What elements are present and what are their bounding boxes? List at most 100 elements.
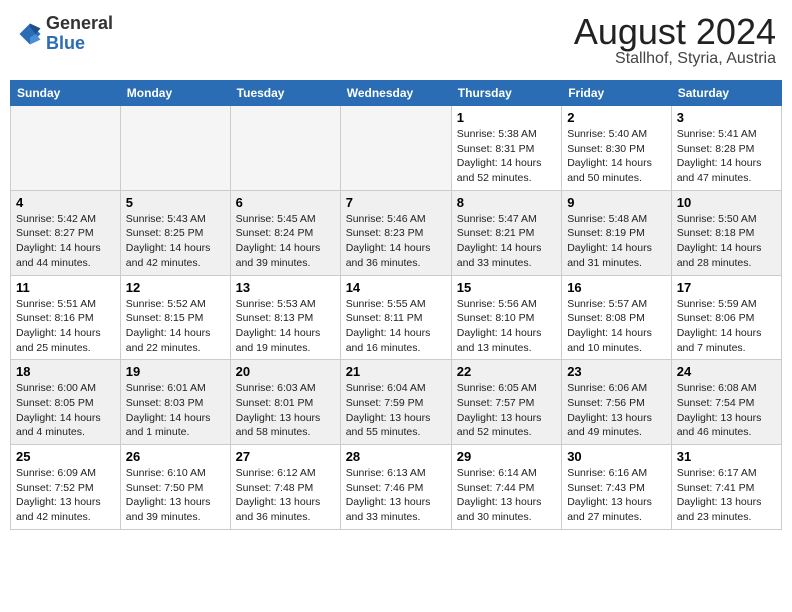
calendar-cell: 12 Sunrise: 5:52 AM Sunset: 8:15 PM Dayli… [120, 275, 230, 360]
calendar-cell: 31 Sunrise: 6:17 AM Sunset: 7:41 PM Dayli… [671, 445, 781, 530]
day-number: 9 [567, 195, 666, 210]
calendar-cell: 10 Sunrise: 5:50 AM Sunset: 8:18 PM Dayli… [671, 190, 781, 275]
day-number: 13 [236, 280, 335, 295]
day-info: Sunrise: 5:43 AM Sunset: 8:25 PM Dayligh… [126, 212, 225, 271]
day-number: 25 [16, 449, 115, 464]
calendar-cell: 4Sunrise: 5:42 AM Sunset: 8:27 PM Daylig… [11, 190, 121, 275]
day-number: 15 [457, 280, 556, 295]
day-number: 28 [346, 449, 446, 464]
calendar-cell: 23Sunrise: 6:06 AM Sunset: 7:56 PM Dayli… [562, 360, 672, 445]
logo-icon [16, 20, 44, 48]
location-title: Stallhof, Styria, Austria [574, 50, 776, 68]
calendar-cell: 25 Sunrise: 6:09 AM Sunset: 7:52 PM Dayli… [11, 445, 121, 530]
day-number: 2 [567, 110, 666, 125]
day-number: 14 [346, 280, 446, 295]
calendar-cell: 7Sunrise: 5:46 AM Sunset: 8:23 PM Daylig… [340, 190, 451, 275]
day-info: Sunrise: 5:50 AM Sunset: 8:18 PM Dayligh… [677, 212, 776, 271]
calendar-week-row: 4Sunrise: 5:42 AM Sunset: 8:27 PM Daylig… [11, 190, 782, 275]
weekday-header-monday: Monday [120, 81, 230, 106]
calendar-cell: 19 Sunrise: 6:01 AM Sunset: 8:03 PM Dayli… [120, 360, 230, 445]
calendar-cell [120, 106, 230, 191]
day-number: 24 [677, 364, 776, 379]
calendar-cell: 28 Sunrise: 6:13 AM Sunset: 7:46 PM Dayli… [340, 445, 451, 530]
day-info: Sunrise: 5:51 AM Sunset: 8:16 PM Dayligh… [16, 297, 115, 356]
day-number: 31 [677, 449, 776, 464]
calendar-cell: 13 Sunrise: 5:53 AM Sunset: 8:13 PM Dayli… [230, 275, 340, 360]
day-number: 18 [16, 364, 115, 379]
calendar-cell: 5 Sunrise: 5:43 AM Sunset: 8:25 PM Daylig… [120, 190, 230, 275]
day-number: 19 [126, 364, 225, 379]
weekday-header-sunday: Sunday [11, 81, 121, 106]
calendar-week-row: 18 Sunrise: 6:00 AM Sunset: 8:05 PM Dayli… [11, 360, 782, 445]
day-info: Sunrise: 5:46 AM Sunset: 8:23 PM Dayligh… [346, 212, 446, 271]
calendar-cell: 30 Sunrise: 6:16 AM Sunset: 7:43 PM Dayli… [562, 445, 672, 530]
calendar-cell: 16 Sunrise: 5:57 AM Sunset: 8:08 PM Dayli… [562, 275, 672, 360]
day-info: Sunrise: 6:17 AM Sunset: 7:41 PM Dayligh… [677, 466, 776, 525]
day-number: 3 [677, 110, 776, 125]
weekday-header-row: SundayMondayTuesdayWednesdayThursdayFrid… [11, 81, 782, 106]
logo-general-text: General [46, 13, 113, 33]
day-number: 11 [16, 280, 115, 295]
calendar-cell: 3Sunrise: 5:41 AM Sunset: 8:28 PM Daylig… [671, 106, 781, 191]
day-info: Sunrise: 6:10 AM Sunset: 7:50 PM Dayligh… [126, 466, 225, 525]
day-info: Sunrise: 6:03 AM Sunset: 8:01 PM Dayligh… [236, 381, 335, 440]
weekday-header-saturday: Saturday [671, 81, 781, 106]
calendar-cell: 21Sunrise: 6:04 AM Sunset: 7:59 PM Dayli… [340, 360, 451, 445]
day-number: 6 [236, 195, 335, 210]
day-info: Sunrise: 5:48 AM Sunset: 8:19 PM Dayligh… [567, 212, 666, 271]
calendar-cell: 26 Sunrise: 6:10 AM Sunset: 7:50 PM Dayli… [120, 445, 230, 530]
day-info: Sunrise: 5:45 AM Sunset: 8:24 PM Dayligh… [236, 212, 335, 271]
calendar-cell [340, 106, 451, 191]
weekday-header-thursday: Thursday [451, 81, 561, 106]
calendar-cell: 1 Sunrise: 5:38 AM Sunset: 8:31 PM Daylig… [451, 106, 561, 191]
calendar-cell: 14 Sunrise: 5:55 AM Sunset: 8:11 PM Dayli… [340, 275, 451, 360]
calendar-week-row: 11 Sunrise: 5:51 AM Sunset: 8:16 PM Dayli… [11, 275, 782, 360]
day-number: 12 [126, 280, 225, 295]
day-info: Sunrise: 5:57 AM Sunset: 8:08 PM Dayligh… [567, 297, 666, 356]
day-info: Sunrise: 5:52 AM Sunset: 8:15 PM Dayligh… [126, 297, 225, 356]
day-info: Sunrise: 5:53 AM Sunset: 8:13 PM Dayligh… [236, 297, 335, 356]
day-info: Sunrise: 6:08 AM Sunset: 7:54 PM Dayligh… [677, 381, 776, 440]
day-info: Sunrise: 6:06 AM Sunset: 7:56 PM Dayligh… [567, 381, 666, 440]
calendar-cell: 9 Sunrise: 5:48 AM Sunset: 8:19 PM Daylig… [562, 190, 672, 275]
day-number: 20 [236, 364, 335, 379]
day-info: Sunrise: 6:09 AM Sunset: 7:52 PM Dayligh… [16, 466, 115, 525]
day-info: Sunrise: 6:16 AM Sunset: 7:43 PM Dayligh… [567, 466, 666, 525]
month-title: August 2024 [574, 14, 776, 50]
calendar-cell: 24 Sunrise: 6:08 AM Sunset: 7:54 PM Dayli… [671, 360, 781, 445]
day-info: Sunrise: 5:59 AM Sunset: 8:06 PM Dayligh… [677, 297, 776, 356]
day-number: 30 [567, 449, 666, 464]
page-header: General Blue August 2024 Stallhof, Styri… [10, 10, 782, 72]
day-number: 8 [457, 195, 556, 210]
calendar-cell: 27Sunrise: 6:12 AM Sunset: 7:48 PM Dayli… [230, 445, 340, 530]
calendar-cell: 18 Sunrise: 6:00 AM Sunset: 8:05 PM Dayli… [11, 360, 121, 445]
day-number: 4 [16, 195, 115, 210]
day-info: Sunrise: 6:00 AM Sunset: 8:05 PM Dayligh… [16, 381, 115, 440]
day-number: 22 [457, 364, 556, 379]
calendar-cell [230, 106, 340, 191]
day-number: 16 [567, 280, 666, 295]
weekday-header-friday: Friday [562, 81, 672, 106]
day-number: 29 [457, 449, 556, 464]
logo-blue-text: Blue [46, 33, 85, 53]
day-number: 27 [236, 449, 335, 464]
calendar-cell: 22 Sunrise: 6:05 AM Sunset: 7:57 PM Dayli… [451, 360, 561, 445]
calendar-cell [11, 106, 121, 191]
day-number: 10 [677, 195, 776, 210]
day-info: Sunrise: 6:01 AM Sunset: 8:03 PM Dayligh… [126, 381, 225, 440]
day-info: Sunrise: 6:05 AM Sunset: 7:57 PM Dayligh… [457, 381, 556, 440]
day-info: Sunrise: 6:04 AM Sunset: 7:59 PM Dayligh… [346, 381, 446, 440]
day-info: Sunrise: 5:55 AM Sunset: 8:11 PM Dayligh… [346, 297, 446, 356]
calendar-week-row: 25 Sunrise: 6:09 AM Sunset: 7:52 PM Dayli… [11, 445, 782, 530]
logo: General Blue [16, 14, 113, 54]
weekday-header-wednesday: Wednesday [340, 81, 451, 106]
day-number: 26 [126, 449, 225, 464]
day-info: Sunrise: 6:14 AM Sunset: 7:44 PM Dayligh… [457, 466, 556, 525]
calendar-cell: 8Sunrise: 5:47 AM Sunset: 8:21 PM Daylig… [451, 190, 561, 275]
day-number: 5 [126, 195, 225, 210]
day-number: 1 [457, 110, 556, 125]
day-info: Sunrise: 5:38 AM Sunset: 8:31 PM Dayligh… [457, 127, 556, 186]
calendar-cell: 17Sunrise: 5:59 AM Sunset: 8:06 PM Dayli… [671, 275, 781, 360]
day-info: Sunrise: 5:40 AM Sunset: 8:30 PM Dayligh… [567, 127, 666, 186]
day-info: Sunrise: 6:13 AM Sunset: 7:46 PM Dayligh… [346, 466, 446, 525]
